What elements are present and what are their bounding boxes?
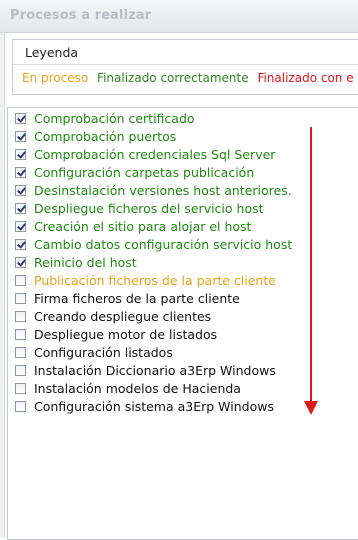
task-label: Instalación modelos de Hacienda — [34, 380, 241, 396]
task-row[interactable]: Reinicio del host — [15, 254, 137, 270]
task-label: Configuración carpetas publicación — [34, 164, 255, 180]
task-label: Despliegue ficheros del servicio host — [34, 200, 264, 216]
task-row[interactable]: Comprobación certificado — [15, 110, 195, 126]
task-row[interactable]: Instalación Diccionario a3Erp Windows — [15, 362, 276, 378]
task-checkbox[interactable] — [15, 382, 26, 394]
legend-item-success: Finalizado correctamente — [97, 71, 249, 85]
task-checkbox[interactable] — [15, 328, 26, 340]
panel-title: Procesos a realizar — [10, 8, 152, 23]
task-row[interactable]: Publicación ficheros de la parte cliente — [15, 272, 276, 288]
task-row[interactable]: Despliegue ficheros del servicio host — [15, 200, 264, 216]
legend-item-error: Finalizado con e — [257, 71, 354, 85]
task-checkbox[interactable] — [15, 202, 26, 214]
task-label: Instalación Diccionario a3Erp Windows — [34, 362, 276, 378]
panel-left-border — [0, 33, 5, 538]
task-label: Comprobación certificado — [34, 110, 195, 126]
task-checkbox[interactable] — [15, 346, 26, 358]
legend-divider — [13, 64, 358, 65]
task-label: Desinstalación versiones host anteriores… — [34, 182, 292, 198]
legend-box: Leyenda En proceso Finalizado correctame… — [12, 39, 358, 95]
task-row[interactable]: Configuración listados — [15, 344, 173, 360]
task-row[interactable]: Instalación modelos de Hacienda — [15, 380, 241, 396]
panel-header: Procesos a realizar — [0, 0, 358, 33]
task-row[interactable]: Despliegue motor de listados — [15, 326, 217, 342]
task-label: Firma ficheros de la parte cliente — [34, 290, 240, 306]
task-label: Despliegue motor de listados — [34, 326, 218, 342]
task-checkbox[interactable] — [15, 292, 26, 304]
task-label: Configuración sistema a3Erp Windows — [34, 398, 274, 414]
task-label: Publicación ficheros de la parte cliente — [34, 272, 276, 288]
task-row[interactable]: Comprobación puertos — [15, 128, 176, 144]
task-row[interactable]: Desinstalación versiones host anteriores… — [15, 182, 292, 198]
task-row[interactable]: Cambio datos configuración servicio host — [15, 236, 292, 252]
task-label: Comprobación puertos — [34, 128, 177, 144]
task-checkbox[interactable] — [15, 166, 26, 178]
task-checkbox[interactable] — [15, 238, 26, 250]
arrow-down-icon — [304, 127, 318, 415]
task-checkbox[interactable] — [15, 148, 26, 160]
task-label: Comprobación credenciales Sql Server — [34, 146, 276, 162]
legend-items: En proceso Finalizado correctamente Fina… — [22, 71, 358, 85]
legend-title: Leyenda — [25, 45, 79, 60]
task-checkbox[interactable] — [15, 130, 26, 142]
task-label: Configuración listados — [34, 344, 173, 360]
task-checkbox[interactable] — [15, 112, 26, 124]
task-row[interactable]: Configuración carpetas publicación — [15, 164, 254, 180]
task-label: Cambio datos configuración servicio host — [34, 236, 293, 252]
task-checkbox[interactable] — [15, 364, 26, 376]
task-checkbox[interactable] — [15, 310, 26, 322]
task-label: Creación el sitio para alojar el host — [34, 218, 252, 234]
task-row[interactable]: Configuración sistema a3Erp Windows — [15, 398, 274, 414]
task-checkbox[interactable] — [15, 220, 26, 232]
task-checkbox[interactable] — [15, 184, 26, 196]
task-row[interactable]: Comprobación credenciales Sql Server — [15, 146, 275, 162]
task-checkbox[interactable] — [15, 274, 26, 286]
task-checkbox[interactable] — [15, 400, 26, 412]
task-checkbox[interactable] — [15, 256, 26, 268]
legend-item-in-progress: En proceso — [22, 71, 89, 85]
task-row[interactable]: Firma ficheros de la parte cliente — [15, 290, 240, 306]
task-label: Creando despliegue clientes — [34, 308, 212, 324]
task-label: Reinicio del host — [34, 254, 137, 270]
task-row[interactable]: Creación el sitio para alojar el host — [15, 218, 251, 234]
task-row[interactable]: Creando despliegue clientes — [15, 308, 211, 324]
